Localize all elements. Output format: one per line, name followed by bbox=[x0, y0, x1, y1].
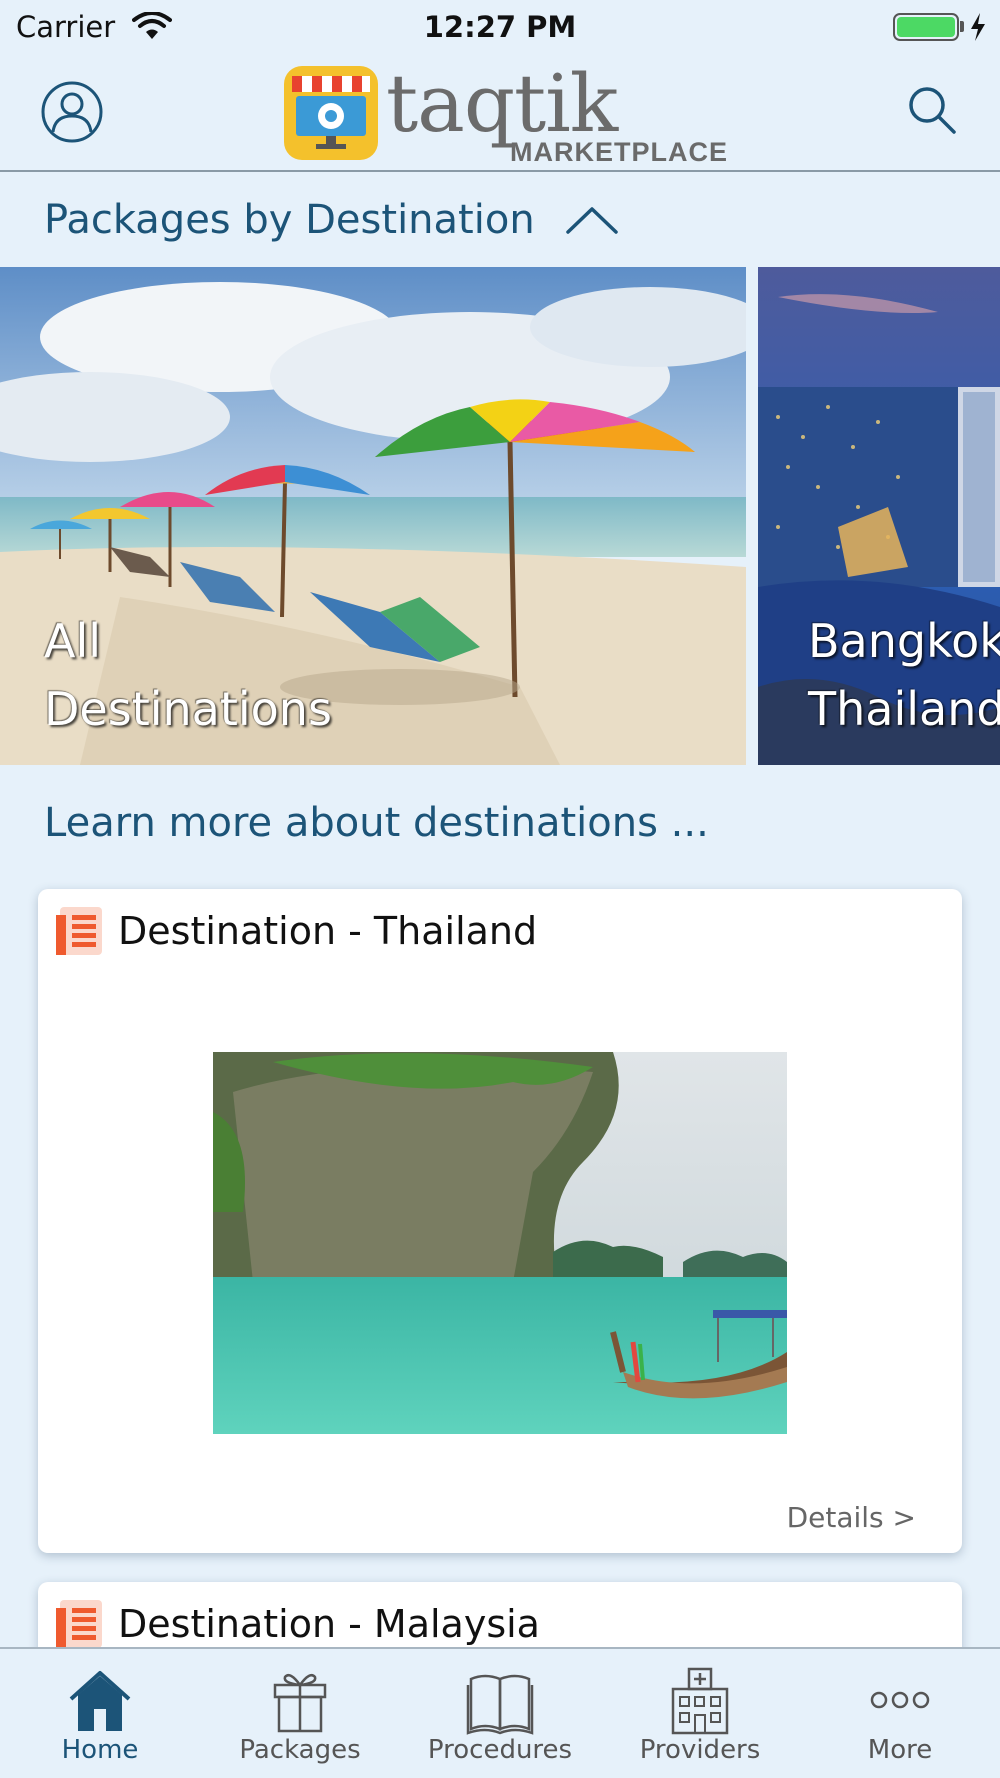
hospital-icon bbox=[671, 1667, 729, 1735]
logo-wordmark: taqtik bbox=[386, 57, 618, 150]
article-card-thailand[interactable]: Destination - Thailand Details > bbox=[38, 889, 962, 1553]
article-title: Destination - Malaysia bbox=[118, 1602, 540, 1646]
chevron-up-icon[interactable] bbox=[565, 205, 619, 235]
logo-subtext: MARKETPLACE bbox=[510, 137, 728, 167]
destination-label-bangkok: Bangkok Thailand bbox=[808, 607, 1000, 743]
thailand-photo bbox=[213, 1052, 787, 1434]
destination-label-all: All Destinations bbox=[44, 607, 332, 743]
tab-more[interactable]: More bbox=[800, 1649, 1000, 1778]
gift-icon bbox=[273, 1674, 327, 1733]
news-article-icon bbox=[56, 1600, 102, 1648]
destination-label-line2: Destinations bbox=[44, 682, 332, 736]
tab-procedures[interactable]: Procedures bbox=[400, 1649, 600, 1778]
home-icon bbox=[69, 1671, 131, 1731]
learn-more-title: Learn more about destinations ... bbox=[44, 800, 709, 846]
destination-label-line1: All bbox=[44, 614, 102, 668]
tab-providers-label: Providers bbox=[639, 1735, 761, 1765]
packages-section-title: Packages by Destination bbox=[44, 197, 535, 243]
details-link[interactable]: Details > bbox=[787, 1501, 916, 1534]
destination-carousel[interactable]: All Destinations Bangkok Thailand bbox=[0, 267, 1000, 765]
book-icon bbox=[466, 1674, 534, 1735]
search-icon[interactable] bbox=[904, 82, 960, 138]
status-bar: Carrier 12:27 PM bbox=[0, 0, 1000, 56]
clock: 12:27 PM bbox=[423, 10, 577, 44]
destination-label-line2: Thailand bbox=[808, 682, 1000, 736]
more-dots-icon bbox=[870, 1691, 930, 1709]
battery-icon bbox=[893, 13, 959, 41]
tab-providers[interactable]: Providers bbox=[600, 1649, 800, 1778]
destination-label-line1: Bangkok bbox=[808, 614, 1000, 668]
article-title: Destination - Thailand bbox=[118, 909, 538, 953]
taqtik-logo: taqtik MARKETPLACE bbox=[282, 57, 732, 167]
tab-bar: Home Packages Procedures Providers More bbox=[0, 1647, 1000, 1778]
charging-bolt-icon bbox=[971, 13, 985, 41]
tab-more-label: More bbox=[867, 1735, 933, 1765]
tab-packages[interactable]: Packages bbox=[200, 1649, 400, 1778]
destination-card-all[interactable]: All Destinations bbox=[0, 267, 746, 765]
battery-nub bbox=[960, 21, 964, 32]
tab-home-label: Home bbox=[61, 1735, 139, 1765]
user-circle-icon[interactable] bbox=[40, 80, 104, 144]
destination-card-bangkok[interactable]: Bangkok Thailand bbox=[758, 267, 1000, 765]
news-article-icon bbox=[56, 907, 102, 955]
tab-packages-label: Packages bbox=[239, 1735, 361, 1765]
tab-home[interactable]: Home bbox=[0, 1649, 200, 1778]
nav-bar: taqtik MARKETPLACE bbox=[0, 56, 1000, 172]
packages-section-header: Packages by Destination bbox=[44, 192, 619, 248]
storefront-logo-icon bbox=[284, 66, 378, 160]
tab-procedures-label: Procedures bbox=[427, 1735, 573, 1765]
